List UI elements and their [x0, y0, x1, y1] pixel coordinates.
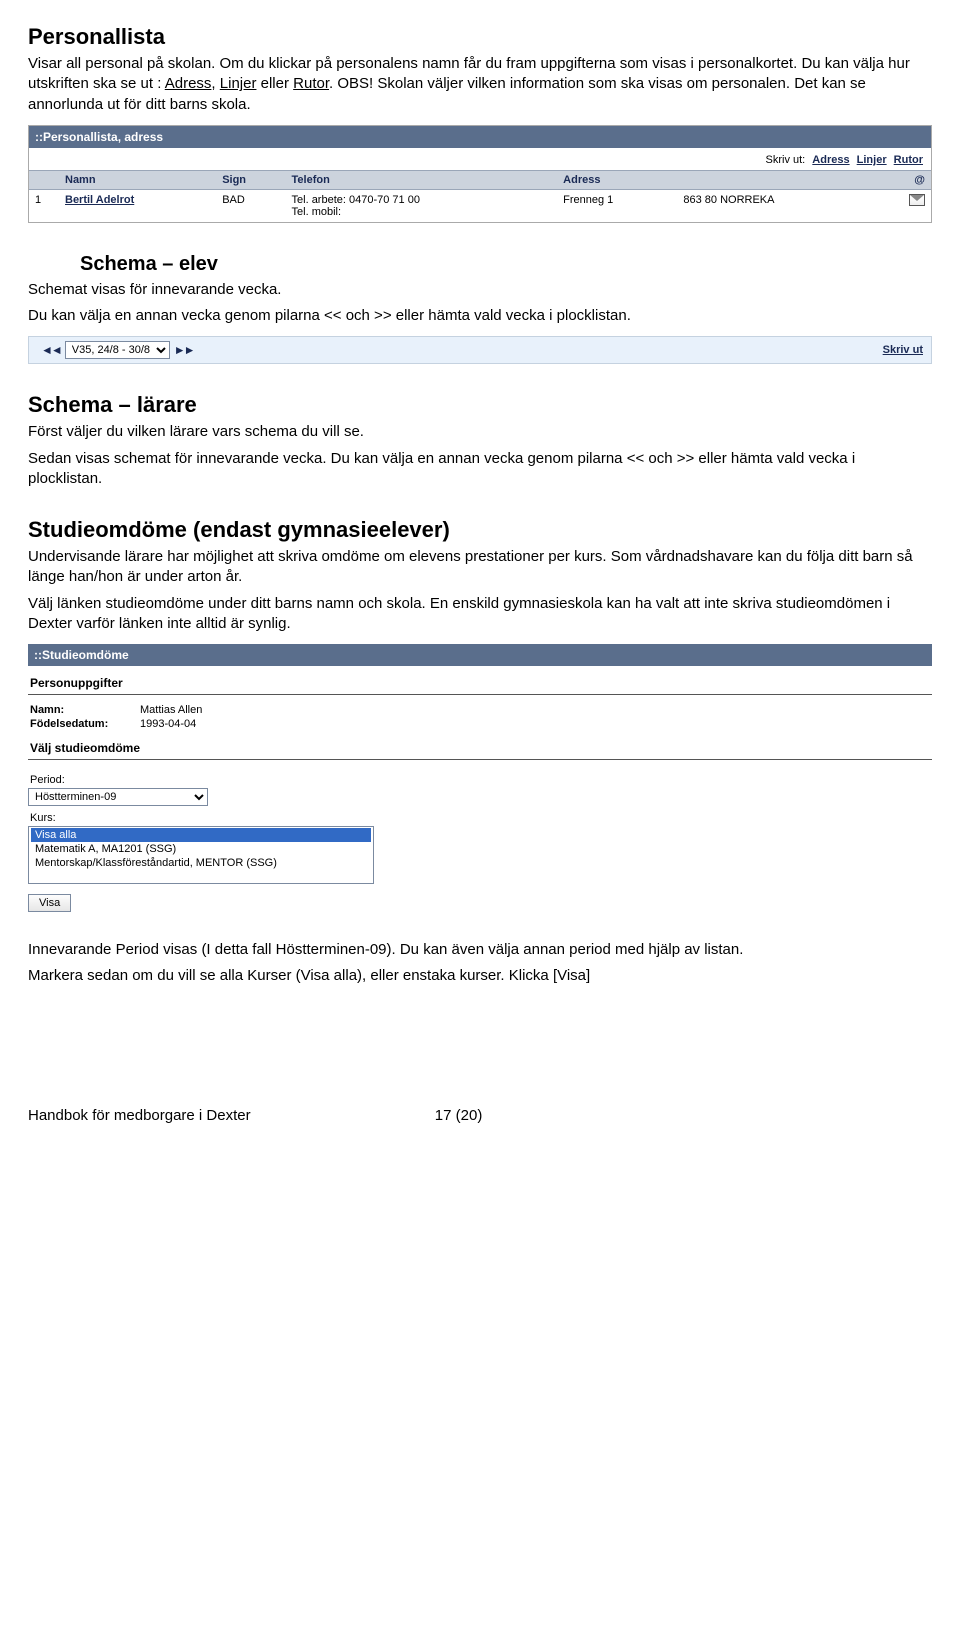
heading-personallista: Personallista	[28, 24, 932, 50]
col-sign: Sign	[216, 170, 285, 189]
link-rutor: Rutor	[293, 75, 329, 92]
tel-mobile: Tel. mobil:	[292, 206, 552, 218]
label-skriv-ut: Skriv ut:	[766, 154, 806, 166]
label-kurs: Kurs:	[28, 806, 932, 826]
next-week-icon[interactable]: ►►	[174, 343, 194, 357]
label-dob: Födelsedatum:	[30, 718, 140, 730]
kurs-listbox[interactable]: Visa alla Matematik A, MA1201 (SSG) Ment…	[28, 826, 374, 884]
kurs-option-selected[interactable]: Visa alla	[31, 828, 371, 842]
tel-work: Tel. arbete: 0470-70 71 00	[292, 194, 552, 206]
kurs-option[interactable]: Matematik A, MA1201 (SSG)	[31, 842, 371, 856]
cell-name: Bertil Adelrot	[59, 189, 216, 222]
heading-schema-larare: Schema – lärare	[28, 392, 932, 418]
subheading-personuppgifter: Personuppgifter	[28, 666, 932, 695]
label-name: Namn:	[30, 704, 140, 716]
link-print-rutor[interactable]: Rutor	[894, 154, 923, 166]
col-ort	[677, 170, 876, 189]
cell-sign: BAD	[216, 189, 285, 222]
visa-button[interactable]: Visa	[28, 894, 71, 912]
mail-icon[interactable]	[909, 194, 925, 206]
paragraph: Sedan visas schemat för innevarande veck…	[28, 449, 932, 490]
link-skriv-ut[interactable]: Skriv ut	[883, 344, 923, 356]
link-print-linjer[interactable]: Linjer	[857, 154, 887, 166]
table-row: 1 Bertil Adelrot BAD Tel. arbete: 0470-7…	[29, 189, 931, 222]
paragraph: Välj länken studieomdöme under ditt barn…	[28, 594, 932, 635]
print-links-row: Skriv ut: Adress Linjer Rutor	[29, 148, 931, 170]
label-period: Period:	[28, 768, 932, 788]
col-adress: Adress	[557, 170, 677, 189]
cell-tel: Tel. arbete: 0470-70 71 00 Tel. mobil:	[286, 189, 558, 222]
heading-studieomdome: Studieomdöme (endast gymnasieelever)	[28, 517, 932, 543]
studieomdome-panel: ::Studieomdöme Personuppgifter Namn: Mat…	[28, 644, 932, 912]
col-at: @	[877, 170, 931, 189]
paragraph: Du kan välja en annan vecka genom pilarn…	[28, 306, 932, 326]
kurs-option[interactable]: Mentorskap/Klassföreståndartid, MENTOR (…	[31, 856, 371, 870]
paragraph: Först väljer du vilken lärare vars schem…	[28, 422, 932, 442]
footer-title: Handbok för medborgare i Dexter	[28, 1107, 251, 1124]
value-name: Mattias Allen	[140, 704, 202, 716]
panel-title-bar: ::Personallista, adress	[29, 126, 931, 148]
text: ,	[211, 75, 219, 92]
paragraph: Undervisande lärare har möjlighet att sk…	[28, 547, 932, 588]
text: eller	[256, 75, 293, 92]
row-name: Namn: Mattias Allen	[28, 703, 932, 717]
paragraph: Schemat visas för innevarande vecka.	[28, 280, 932, 300]
personal-table: Namn Sign Telefon Adress @ 1 Bertil Adel…	[29, 170, 931, 222]
panel-title-bar: ::Studieomdöme	[28, 644, 932, 666]
row-dob: Födelsedatum: 1993-04-04	[28, 717, 932, 731]
cell-ort: 863 80 NORREKA	[677, 189, 876, 222]
footer-page: 17 (20)	[435, 1107, 483, 1124]
col-telefon: Telefon	[286, 170, 558, 189]
schema-toolbar: ◄◄ V35, 24/8 - 30/8 ►► Skriv ut	[28, 336, 932, 364]
period-select[interactable]: Höstterminen-09	[28, 788, 208, 806]
prev-week-icon[interactable]: ◄◄	[41, 343, 61, 357]
page-footer: Handbok för medborgare i Dexter 17 (20)	[28, 1107, 932, 1124]
personallista-panel: ::Personallista, adress Skriv ut: Adress…	[28, 125, 932, 223]
paragraph: Visar all personal på skolan. Om du klic…	[28, 54, 932, 115]
link-linjer: Linjer	[220, 75, 257, 92]
heading-schema-elev: Schema – elev	[80, 253, 932, 276]
link-print-adress[interactable]: Adress	[812, 154, 849, 166]
col-num	[29, 170, 59, 189]
cell-num: 1	[29, 189, 59, 222]
value-dob: 1993-04-04	[140, 718, 196, 730]
col-namn: Namn	[59, 170, 216, 189]
cell-adr: Frenneg 1	[557, 189, 677, 222]
paragraph: Markera sedan om du vill se alla Kurser …	[28, 966, 932, 986]
link-adress: Adress	[165, 75, 212, 92]
cell-mail	[877, 189, 931, 222]
subheading-valj: Välj studieomdöme	[28, 731, 932, 760]
person-name-link[interactable]: Bertil Adelrot	[65, 194, 134, 206]
week-select[interactable]: V35, 24/8 - 30/8	[65, 341, 170, 359]
paragraph: Innevarande Period visas (I detta fall H…	[28, 940, 932, 960]
